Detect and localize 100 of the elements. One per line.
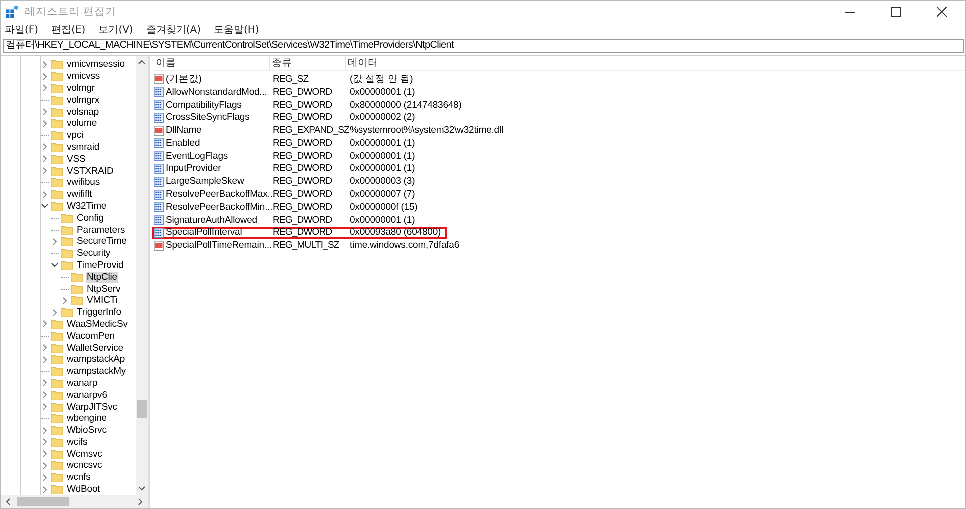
menu-item[interactable]: 도움말(H)	[214, 22, 260, 36]
tree-item[interactable]: vpci	[66, 130, 84, 142]
tree-item[interactable]: vmicvss	[66, 71, 102, 82]
tree-item[interactable]: WdBoot	[66, 484, 102, 495]
column-header[interactable]: 데이터	[346, 56, 546, 70]
window-title: 레지스트리 편집기	[25, 5, 116, 19]
folder-icon	[51, 436, 63, 448]
menu-item[interactable]: 즐겨찾기(A)	[146, 22, 201, 36]
table-cell[interactable]: AllowNonstandardMod...	[166, 86, 268, 98]
tree-item[interactable]: wbengine	[66, 413, 108, 424]
tree-item[interactable]: WaaSMedicSv	[66, 318, 129, 330]
tree-item[interactable]: NtpServ	[86, 284, 122, 295]
folder-icon	[61, 224, 73, 236]
chevron-right-icon[interactable]	[41, 167, 49, 176]
chevron-right-icon[interactable]	[41, 379, 49, 388]
tree-item[interactable]: VSS	[66, 154, 87, 165]
chevron-right-icon[interactable]	[41, 474, 49, 482]
tree-item[interactable]: Config	[76, 212, 105, 224]
chevron-down-icon[interactable]	[51, 261, 59, 270]
chevron-right-icon[interactable]	[41, 143, 49, 152]
chevron-right-icon[interactable]	[41, 438, 49, 446]
scroll-left-icon[interactable]	[5, 498, 11, 506]
folder-icon	[71, 295, 83, 306]
table-cell[interactable]: CrossSiteSyncFlags	[166, 112, 250, 124]
scroll-thumb[interactable]	[17, 497, 69, 506]
menu-item[interactable]: 보기(V)	[98, 22, 134, 36]
tree-item[interactable]: wcifs	[66, 436, 89, 448]
table-cell[interactable]: CompatibilityFlags	[166, 100, 242, 110]
tree-item[interactable]: volume	[66, 118, 98, 130]
tree-item[interactable]: vwififlt	[66, 189, 94, 200]
address-field[interactable]: 컴퓨터\HKEY_LOCAL_MACHINE\SYSTEM\CurrentControlSet\Services\W32Time\TimeProviders\NtpClient	[3, 39, 964, 53]
column-header[interactable]: 이름	[154, 56, 270, 70]
chevron-right-icon[interactable]	[41, 486, 49, 494]
tree-item[interactable]: vsmraid	[66, 142, 101, 153]
table-cell-text: 0x00000001 (1)	[349, 163, 416, 174]
chevron-right-icon[interactable]	[41, 108, 49, 116]
tree-item[interactable]: Wcmsvc	[66, 448, 104, 460]
scroll-up-icon[interactable]	[138, 59, 146, 65]
chevron-right-icon[interactable]	[41, 391, 49, 400]
tree-item[interactable]: WacomPen	[66, 330, 116, 342]
tree-item[interactable]: WarpJITSvc	[66, 402, 118, 412]
chevron-right-icon[interactable]	[41, 462, 49, 470]
tree-item[interactable]: W32Time	[66, 200, 108, 212]
tree-item[interactable]: wcnfs	[66, 472, 92, 484]
tree-item[interactable]: NtpClie	[86, 272, 118, 283]
chevron-right-icon[interactable]	[41, 84, 49, 92]
scroll-right-icon[interactable]	[138, 498, 144, 506]
tree-item[interactable]: Parameters	[76, 224, 126, 236]
chevron-right-icon[interactable]	[41, 450, 49, 458]
tree-item[interactable]: volmgrx	[66, 94, 101, 106]
chevron-right-icon[interactable]	[41, 403, 49, 411]
menu-item[interactable]: 편집(E)	[52, 22, 86, 36]
chevron-right-icon[interactable]	[41, 426, 49, 435]
table-cell[interactable]: DllName	[166, 125, 202, 136]
tree-item[interactable]: wampstackMy	[66, 366, 128, 378]
tree-item[interactable]: TimeProvid	[76, 260, 125, 271]
tree-item[interactable]: volsnap	[66, 106, 100, 118]
table-cell[interactable]: EventLogFlags	[166, 150, 228, 162]
chevron-right-icon[interactable]	[41, 344, 49, 352]
chevron-right-icon[interactable]	[51, 238, 59, 246]
tree-item[interactable]: VMICTi	[86, 295, 119, 306]
chevron-right-icon[interactable]	[41, 155, 49, 164]
table-cell[interactable]: InputProvider	[166, 163, 222, 174]
tree-item[interactable]: VSTXRAID	[66, 166, 115, 177]
tree-item[interactable]: Security	[76, 248, 112, 260]
table-cell[interactable]: SpecialPollInterval	[166, 227, 242, 238]
tree-item[interactable]: wanarp	[66, 378, 99, 389]
chevron-right-icon[interactable]	[61, 296, 69, 305]
chevron-right-icon[interactable]	[41, 72, 49, 81]
chevron-right-icon[interactable]	[41, 190, 49, 199]
column-header[interactable]: 종류	[270, 56, 346, 70]
table-cell[interactable]: SpecialPollTimeRemain...	[166, 240, 272, 252]
chevron-down-icon[interactable]	[41, 202, 49, 210]
table-cell[interactable]: (기본값)	[166, 72, 202, 86]
folder-icon	[61, 212, 73, 224]
table-cell[interactable]: Enabled	[166, 138, 200, 149]
chevron-right-icon[interactable]	[51, 308, 59, 317]
tree-item[interactable]: wanarpv6	[66, 390, 108, 401]
chevron-right-icon[interactable]	[41, 320, 49, 328]
table-cell[interactable]: LargeSampleSkew	[166, 176, 244, 188]
tree-item[interactable]: WbioSrvc	[66, 425, 108, 436]
tree-item[interactable]: vwifibus	[66, 177, 101, 188]
scrollbar[interactable]	[136, 56, 148, 495]
scrollbar[interactable]	[1, 495, 148, 508]
scroll-down-icon[interactable]	[138, 486, 146, 492]
tree-item[interactable]: wampstackAp	[66, 354, 126, 366]
table-cell-text: 0x00093a80 (604800)	[349, 227, 442, 238]
tree-item[interactable]: wcncsvc	[66, 460, 104, 472]
tree-item[interactable]: WalletService	[66, 342, 124, 354]
tree-item[interactable]: SecureTime	[76, 236, 128, 248]
menu-item[interactable]: 파일(F)	[5, 22, 39, 36]
tree-item[interactable]: vmicvmsessio	[66, 59, 126, 70]
chevron-right-icon[interactable]	[41, 60, 49, 69]
chevron-right-icon[interactable]	[41, 120, 49, 128]
tree-item[interactable]: TriggerInfo	[76, 307, 122, 318]
table-cell[interactable]: ResolvePeerBackoffMin...	[166, 202, 273, 213]
scroll-thumb[interactable]	[137, 400, 147, 418]
chevron-right-icon[interactable]	[41, 356, 49, 364]
table-cell[interactable]: SignatureAuthAllowed	[166, 214, 258, 226]
tree-item[interactable]: volmgr	[66, 82, 96, 94]
